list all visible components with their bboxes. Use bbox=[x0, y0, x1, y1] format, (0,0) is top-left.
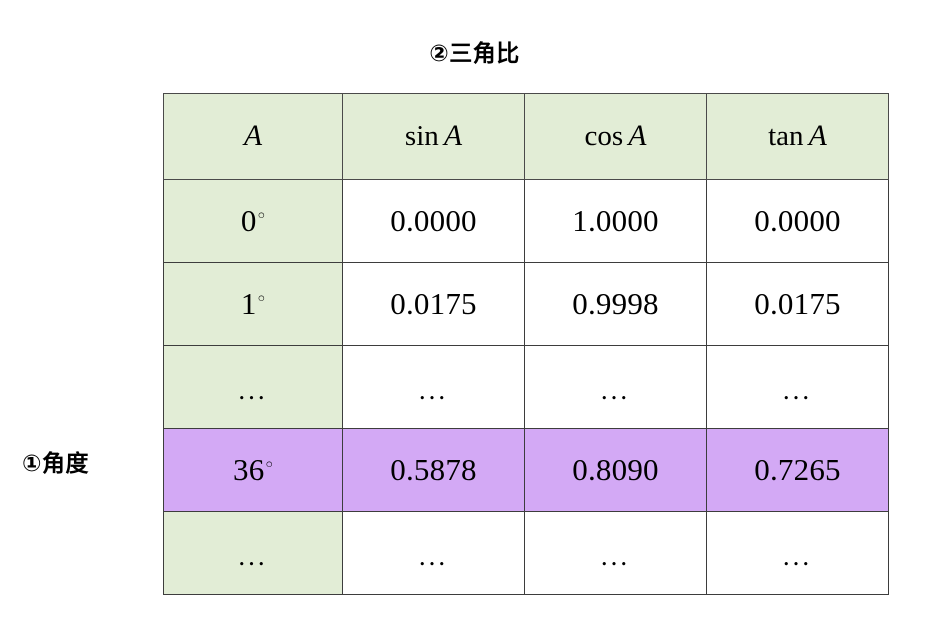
table-row: ............ bbox=[163, 511, 889, 595]
cell-cos: 0.9998 bbox=[524, 262, 707, 346]
column-header-angle: A bbox=[163, 93, 343, 180]
header-function-sin: sin bbox=[404, 120, 439, 152]
cos-value: 0.9998 bbox=[572, 286, 659, 321]
cell-cos: ... bbox=[524, 511, 707, 595]
angle-value: 1 bbox=[240, 286, 257, 321]
cell-angle: ... bbox=[163, 345, 343, 429]
cell-cos: ... bbox=[524, 345, 707, 429]
cell-tan: 0.7265 bbox=[706, 428, 889, 512]
cell-cos: 1.0000 bbox=[524, 179, 707, 263]
cell-angle: 1○ bbox=[163, 262, 343, 346]
cos-value: 0.8090 bbox=[572, 452, 659, 487]
cell-tan: 0.0175 bbox=[706, 262, 889, 346]
angle-row-label: ①角度 bbox=[22, 451, 89, 477]
table-header-row: A sin A cos A tan A bbox=[163, 93, 889, 180]
column-header-cos: cos A bbox=[524, 93, 707, 180]
cell-cos: 0.8090 bbox=[524, 428, 707, 512]
trigonometric-ratio-table: A sin A cos A tan A 0○ 0.0000 1.0000 0.0000 1○ 0… bbox=[163, 93, 889, 595]
angle-value: 0 bbox=[240, 203, 257, 238]
cell-sin: 0.5878 bbox=[342, 428, 525, 512]
ellipsis: ... bbox=[782, 541, 813, 571]
cell-angle: 0○ bbox=[163, 179, 343, 263]
header-function-tan: tan bbox=[768, 120, 804, 152]
tan-value: 0.7265 bbox=[754, 452, 841, 487]
table-row: 1○ 0.0175 0.9998 0.0175 bbox=[163, 262, 889, 346]
cell-tan: 0.0000 bbox=[706, 179, 889, 263]
header-variable-a: A bbox=[628, 120, 647, 152]
degree-symbol: ○ bbox=[257, 208, 266, 223]
column-header-tan: tan A bbox=[706, 93, 889, 180]
sin-value: 0.0175 bbox=[390, 286, 477, 321]
header-variable-a: A bbox=[243, 120, 263, 152]
header-variable-a: A bbox=[808, 120, 827, 152]
sin-value: 0.0000 bbox=[390, 203, 477, 238]
column-header-sin: sin A bbox=[342, 93, 525, 180]
cos-value: 1.0000 bbox=[572, 203, 659, 238]
tan-value: 0.0000 bbox=[754, 203, 841, 238]
cell-sin: 0.0175 bbox=[342, 262, 525, 346]
cell-sin: ... bbox=[342, 511, 525, 595]
figure-title: ②三角比 bbox=[429, 41, 520, 67]
ellipsis: ... bbox=[418, 375, 449, 405]
table-row: 36○ 0.5878 0.8090 0.7265 bbox=[163, 428, 889, 512]
cell-angle: 36○ bbox=[163, 428, 343, 512]
ellipsis: ... bbox=[600, 375, 631, 405]
table-body: 0○ 0.0000 1.0000 0.0000 1○ 0.0175 0.9998 0.0175… bbox=[163, 179, 889, 595]
ellipsis: ... bbox=[418, 541, 449, 571]
angle-value: 36 bbox=[233, 452, 265, 487]
header-variable-a: A bbox=[443, 120, 463, 152]
tan-value: 0.0175 bbox=[754, 286, 841, 321]
table-row: ............ bbox=[163, 345, 889, 429]
header-function-cos: cos bbox=[584, 120, 624, 152]
table-row: 0○ 0.0000 1.0000 0.0000 bbox=[163, 179, 889, 263]
cell-sin: 0.0000 bbox=[342, 179, 525, 263]
cell-tan: ... bbox=[706, 345, 889, 429]
cell-tan: ... bbox=[706, 511, 889, 595]
degree-symbol: ○ bbox=[257, 291, 266, 306]
ellipsis: ... bbox=[238, 541, 268, 571]
cell-angle: ... bbox=[163, 511, 343, 595]
ellipsis: ... bbox=[782, 375, 813, 405]
degree-symbol: ○ bbox=[265, 457, 273, 472]
ellipsis: ... bbox=[238, 375, 268, 405]
ellipsis: ... bbox=[600, 541, 631, 571]
sin-value: 0.5878 bbox=[390, 452, 477, 487]
cell-sin: ... bbox=[342, 345, 525, 429]
